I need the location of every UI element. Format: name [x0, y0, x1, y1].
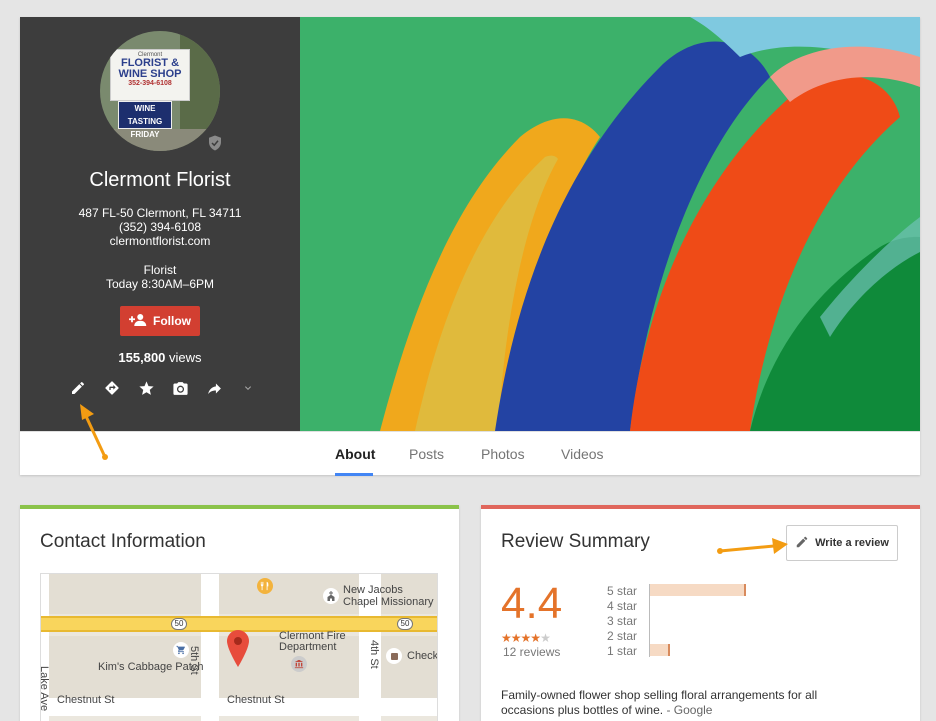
annotation-arrow-write-review [717, 538, 788, 554]
verified-shield-icon [206, 134, 224, 152]
map-label-fire-2: Department [279, 641, 337, 653]
active-tab-indicator [335, 473, 373, 476]
business-hours[interactable]: Today 8:30AM–6PM [20, 277, 300, 291]
profile-action-row [68, 378, 258, 398]
avatar-wine-line1: WINE TASTING [127, 104, 163, 126]
rating-bar-5-star [650, 584, 746, 596]
route-50-shield-left: 50 [171, 618, 187, 630]
description-source: - Google [666, 703, 713, 717]
profile-panel: Clermont FLORIST & WINE SHOP 352-394-610… [20, 17, 300, 431]
map-label-5th-st: 5th St [188, 646, 200, 675]
store-square-icon[interactable] [386, 648, 402, 664]
tab-posts[interactable]: Posts [409, 446, 444, 462]
contact-information-card: Contact Information 50 50 New Jacobs Cha… [20, 505, 459, 721]
description-text: Family-owned flower shop selling floral … [501, 688, 818, 717]
follow-button[interactable]: Follow [120, 306, 200, 336]
tab-videos[interactable]: Videos [561, 446, 604, 462]
government-building-icon[interactable] [291, 656, 307, 672]
location-pin-icon[interactable] [227, 630, 249, 668]
map-label-chestnut-st-1: Chestnut St [57, 694, 115, 706]
star-filled-icon: ★ [510, 631, 522, 645]
map-label-new-jacobs: New Jacobs [343, 584, 403, 596]
business-description: Family-owned flower shop selling floral … [501, 688, 861, 718]
rating-stars: ★★★★★ [501, 631, 551, 645]
add-person-icon [129, 313, 147, 330]
star-label-3: 3 star [607, 614, 638, 628]
avatar-store-sign: Clermont FLORIST & WINE SHOP 352-394-610… [110, 49, 190, 101]
avatar-wine-sign: WINE TASTING FRIDAY [118, 101, 172, 139]
star-label-5: 5 star [607, 584, 638, 598]
map-label-chapel: Chapel Missionary [343, 596, 434, 608]
rating-bar-1-star [650, 644, 670, 656]
annotation-arrow-edit [80, 404, 108, 460]
edit-pencil-icon[interactable] [68, 378, 88, 398]
map-label-check: Check [407, 650, 438, 662]
star-filled-icon: ★ [530, 631, 541, 645]
write-review-label: Write a review [815, 537, 889, 549]
avatar[interactable]: Clermont FLORIST & WINE SHOP 352-394-610… [100, 31, 220, 151]
route-50-shield-right: 50 [397, 618, 413, 630]
map-label-lake-ave: Lake Ave [40, 666, 50, 712]
tab-bar: About Posts Photos Videos [20, 431, 920, 476]
star-save-icon[interactable] [136, 378, 156, 398]
avatar-sign-phone: 352-394-6108 [128, 80, 172, 87]
business-phone[interactable]: (352) 394-6108 [20, 220, 300, 234]
cover-photo[interactable] [300, 17, 920, 431]
restaurant-icon[interactable] [257, 578, 273, 594]
views-count: 155,800 views [20, 350, 300, 365]
business-header-card: Clermont FLORIST & WINE SHOP 352-394-610… [20, 17, 920, 476]
average-rating: 4.4 [501, 579, 563, 628]
share-arrow-icon[interactable] [204, 378, 224, 398]
views-number: 155,800 [118, 350, 166, 365]
views-label: views [169, 350, 202, 365]
directions-icon[interactable] [102, 378, 122, 398]
business-category: Florist [143, 263, 177, 277]
business-name: Clermont Florist [89, 169, 231, 191]
camera-icon[interactable] [170, 378, 190, 398]
review-summary-card: Review Summary Write a review 4.4 ★★★★★ … [481, 505, 920, 721]
business-address[interactable]: 487 FL-50 Clermont, FL 34711 [20, 206, 300, 220]
star-label-4: 4 star [607, 599, 638, 613]
follow-label: Follow [153, 314, 191, 328]
chevron-down-icon[interactable] [238, 378, 258, 398]
star-empty-icon: ★ [540, 631, 551, 645]
shopping-cart-icon[interactable] [173, 642, 189, 658]
star-label-1: 1 star [607, 644, 638, 658]
business-website[interactable]: clermontflorist.com [20, 234, 300, 248]
map-label-chestnut-st-2: Chestnut St [227, 694, 285, 706]
review-card-title: Review Summary [501, 531, 650, 552]
location-map[interactable]: 50 50 New Jacobs Chapel Missionary Clerm… [40, 573, 438, 721]
avatar-wine-line2: FRIDAY [130, 130, 160, 139]
review-count[interactable]: 12 reviews [503, 645, 560, 659]
church-icon[interactable] [323, 588, 339, 604]
tab-about[interactable]: About [335, 446, 375, 462]
write-review-button[interactable]: Write a review [786, 525, 898, 561]
star-label-2: 2 star [607, 629, 638, 643]
pencil-icon [795, 535, 809, 552]
map-label-4th-st: 4th St [368, 640, 380, 669]
tab-photos[interactable]: Photos [481, 446, 525, 462]
star-filled-icon: ★ [501, 631, 512, 645]
avatar-sign-line2: WINE SHOP [118, 68, 182, 80]
contact-card-title: Contact Information [40, 531, 206, 552]
star-filled-icon: ★ [520, 631, 532, 645]
